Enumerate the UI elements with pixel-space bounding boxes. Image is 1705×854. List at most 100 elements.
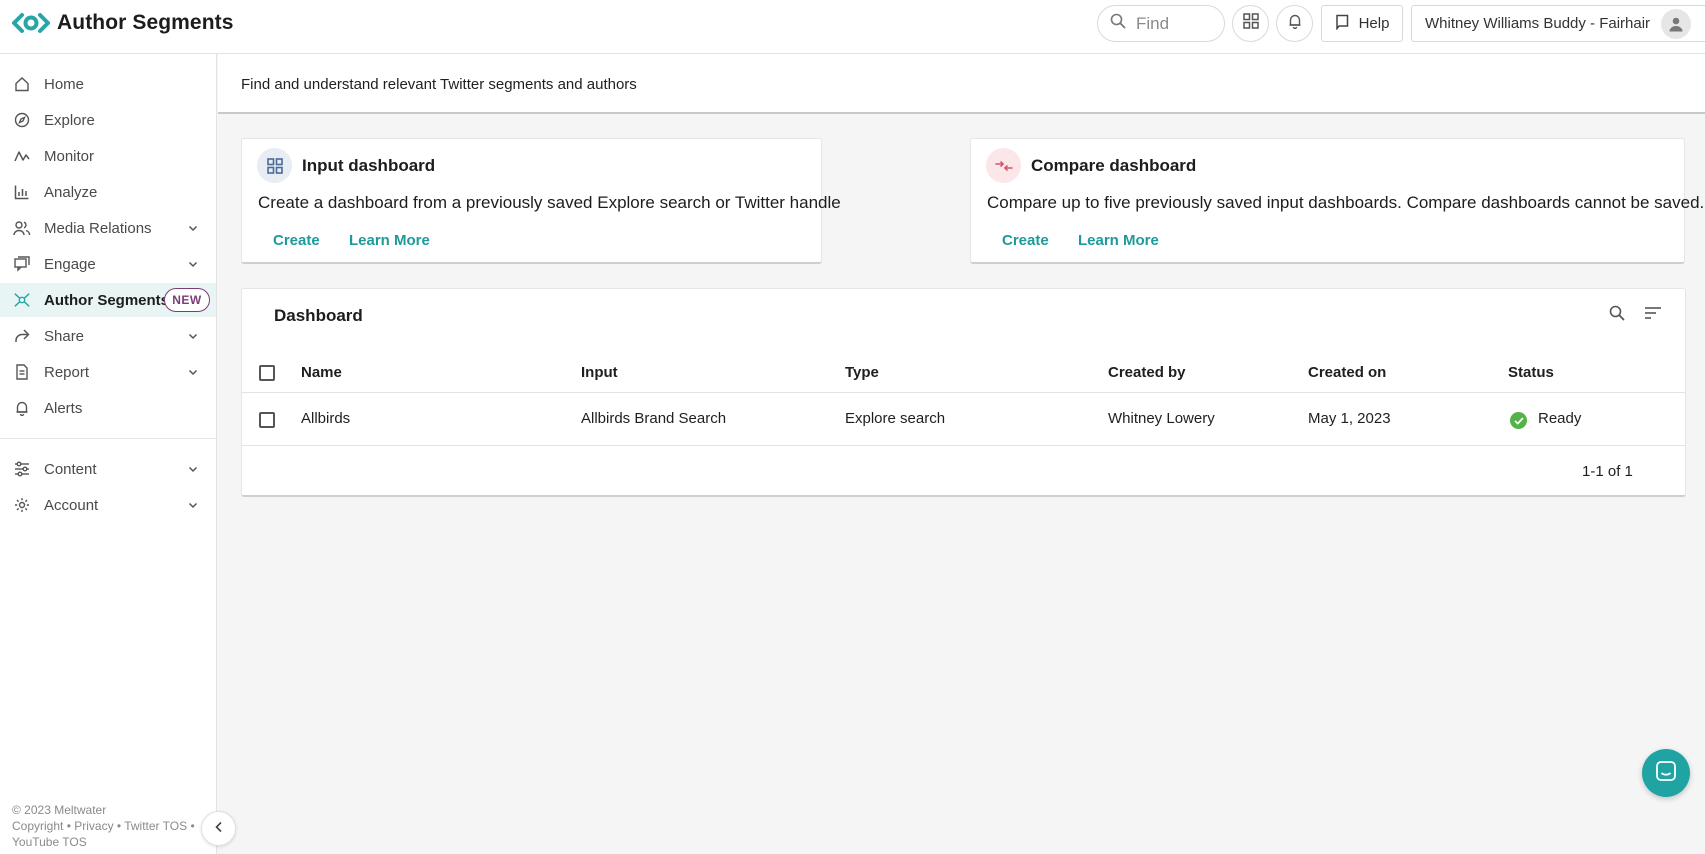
sidebar-item-share[interactable]: Share <box>0 321 216 351</box>
sidebar-item-alerts[interactable]: Alerts <box>0 393 216 423</box>
table-sort-button[interactable] <box>1641 303 1665 327</box>
sidebar-divider <box>0 438 216 439</box>
sidebar-item-label: Media Relations <box>44 219 152 237</box>
sidebar-item-explore[interactable]: Explore <box>0 105 216 135</box>
share-icon <box>13 327 31 345</box>
sidebar-item-author-segments[interactable]: Author Segments NEW <box>0 283 216 317</box>
table-title: Dashboard <box>274 306 363 325</box>
search-icon <box>1609 305 1625 326</box>
chevron-down-icon <box>187 498 199 515</box>
column-header-created-by[interactable]: Created by <box>1108 364 1186 381</box>
sidebar-item-engage[interactable]: Engage <box>0 249 216 279</box>
copyright-text: © 2023 Meltwater <box>12 803 107 817</box>
cell-name[interactable]: Allbirds <box>301 410 350 427</box>
input-dashboard-card: Input dashboard Create a dashboard from … <box>241 138 841 264</box>
pulse-icon <box>13 147 31 165</box>
document-icon <box>13 363 31 381</box>
find-search-box[interactable] <box>1097 5 1225 42</box>
sidebar-item-content[interactable]: Content <box>0 454 216 484</box>
sort-icon <box>1644 306 1662 325</box>
card-description: Compare up to five previously saved inpu… <box>987 193 1705 212</box>
dashboard-table-card: Dashboard Name Input Type Created by Cre… <box>241 288 1686 497</box>
table-search-button[interactable] <box>1605 303 1629 327</box>
sidebar-footer: © 2023 Meltwater Copyright • Privacy • T… <box>12 802 195 850</box>
sidebar-item-label: Monitor <box>44 147 95 165</box>
create-compare-dashboard-link[interactable]: Create <box>1002 232 1049 249</box>
learn-more-link[interactable]: Learn More <box>349 232 430 249</box>
dashboard-grid-icon <box>257 148 292 183</box>
cell-created-on: May 1, 2023 <box>1308 410 1391 427</box>
app-title: Author Segments <box>57 11 234 34</box>
sidebar-item-label: Share <box>44 327 85 345</box>
people-icon <box>13 219 31 237</box>
page-subheader: Find and understand relevant Twitter seg… <box>218 54 1705 114</box>
sidebar-item-account[interactable]: Account <box>0 490 216 520</box>
column-header-status[interactable]: Status <box>1508 364 1554 381</box>
chat-support-button[interactable] <box>1642 749 1690 797</box>
column-header-created-on[interactable]: Created on <box>1308 364 1386 381</box>
sidebar-item-label: Account <box>44 496 99 514</box>
learn-more-link[interactable]: Learn More <box>1078 232 1159 249</box>
table-row[interactable]: Allbirds Allbirds Brand Search Explore s… <box>242 394 1685 446</box>
card-title: Input dashboard <box>302 156 436 175</box>
home-icon <box>13 75 31 93</box>
column-header-type[interactable]: Type <box>845 364 879 381</box>
chevron-down-icon <box>187 462 199 479</box>
chat-icon <box>1655 760 1677 787</box>
row-checkbox[interactable] <box>259 412 275 428</box>
bar-chart-icon <box>13 183 31 201</box>
pagination-info: 1-1 of 1 <box>1582 463 1633 480</box>
create-input-dashboard-link[interactable]: Create <box>273 232 320 249</box>
footer-links[interactable]: Copyright • Privacy • Twitter TOS • <box>12 818 195 834</box>
grid-icon <box>1242 13 1259 34</box>
search-icon <box>1110 13 1126 34</box>
compare-arrows-icon <box>986 148 1021 183</box>
sidebar-item-label: Engage <box>44 255 96 273</box>
top-header: Author Segments Help Whitney Williams Bu… <box>0 0 1705 54</box>
bell-icon <box>1287 13 1303 34</box>
help-button[interactable]: Help <box>1321 5 1403 42</box>
account-menu-button[interactable]: Whitney Williams Buddy - Fairhair <box>1411 5 1705 42</box>
column-header-input[interactable]: Input <box>581 364 618 381</box>
sidebar-item-label: Alerts <box>44 399 83 417</box>
cell-status: Ready <box>1538 410 1582 427</box>
sidebar: Home Explore Monitor Analyze Media Relat… <box>0 54 217 854</box>
card-title: Compare dashboard <box>1031 156 1197 175</box>
compare-dashboard-card: Compare dashboard Compare up to five pre… <box>970 138 1704 264</box>
sidebar-item-analyze[interactable]: Analyze <box>0 177 216 207</box>
chevron-down-icon <box>187 221 199 238</box>
sidebar-item-monitor[interactable]: Monitor <box>0 141 216 171</box>
sidebar-item-label: Analyze <box>44 183 98 201</box>
sidebar-item-label: Report <box>44 363 90 381</box>
cell-type: Explore search <box>845 410 946 427</box>
chevron-down-icon <box>187 329 199 346</box>
chevron-down-icon <box>187 365 199 382</box>
chevron-down-icon <box>187 257 199 274</box>
find-input[interactable] <box>1136 13 1216 34</box>
collapse-sidebar-button[interactable] <box>201 811 236 846</box>
account-name: Whitney Williams Buddy - Fairhair <box>1425 15 1651 32</box>
card-description: Create a dashboard from a previously sav… <box>258 193 841 212</box>
compass-icon <box>13 111 31 129</box>
sidebar-item-label: Content <box>44 460 97 478</box>
chevron-left-icon <box>214 820 224 838</box>
cell-created-by: Whitney Lowery <box>1108 410 1215 427</box>
table-header-row: Name Input Type Created by Created on St… <box>242 353 1685 393</box>
avatar-icon <box>1661 9 1691 39</box>
sidebar-item-home[interactable]: Home <box>0 69 216 99</box>
new-badge: NEW <box>164 288 210 312</box>
notifications-button[interactable] <box>1276 5 1313 42</box>
footer-links[interactable]: YouTube TOS <box>12 834 195 850</box>
sidebar-item-label: Explore <box>44 111 95 129</box>
select-all-checkbox[interactable] <box>259 365 275 381</box>
column-header-name[interactable]: Name <box>301 364 342 381</box>
apps-grid-button[interactable] <box>1232 5 1269 42</box>
help-label: Help <box>1358 15 1390 32</box>
sidebar-item-report[interactable]: Report <box>0 357 216 387</box>
page-description: Find and understand relevant Twitter seg… <box>241 76 637 93</box>
sidebar-item-media-relations[interactable]: Media Relations <box>0 213 216 243</box>
sliders-icon <box>13 460 31 478</box>
status-ready-icon <box>1510 412 1527 429</box>
sidebar-item-label: Author Segments <box>44 291 170 309</box>
meltwater-logo-icon[interactable] <box>12 12 50 34</box>
